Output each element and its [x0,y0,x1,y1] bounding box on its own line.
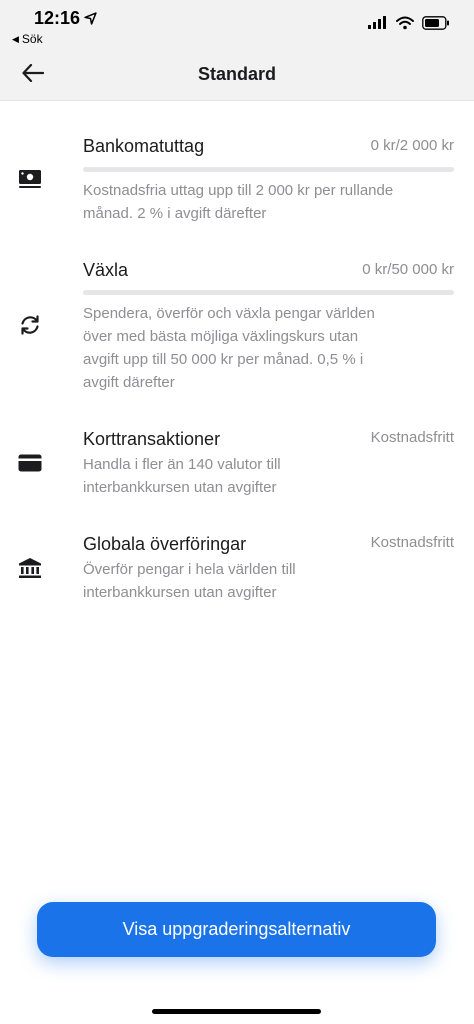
usage-progress-bar [83,290,454,295]
feature-limit: Kostnadsfritt [370,534,454,551]
bank-icon [17,555,43,581]
feature-description: Kostnadsfria uttag upp till 2 000 kr per… [83,182,394,222]
battery-icon [422,16,449,30]
location-arrow-icon [84,12,97,25]
feature-limit: Kostnadsfritt [370,429,454,446]
show-upgrade-options-button[interactable]: Visa uppgraderingsalternativ [37,902,436,957]
status-time: 12:16 [34,8,97,29]
feature-title: Korttransaktioner [83,429,221,449]
feature-title: Växla [83,260,129,280]
feature-limit: 0 kr/50 000 kr [362,261,454,278]
home-indicator[interactable] [152,1009,321,1014]
feature-description: Spendera, överför och växla pengar värld… [83,305,375,391]
card-icon [17,450,43,476]
exchange-icon [17,312,43,338]
usage-progress-bar [83,167,454,172]
banknote-icon [17,166,43,192]
feature-title: Bankomatuttag [83,136,205,156]
feature-description: Handla i fler än 140 valutor till interb… [83,456,281,496]
back-app-label: Sök [21,32,43,46]
feature-description: Överför pengar i hela världen till inter… [83,561,296,601]
back-to-app-link[interactable]: ◀ Sök [12,32,43,46]
status-time-text: 12:16 [34,8,81,28]
back-triangle-icon: ◀ [12,33,19,44]
wifi-icon [396,16,414,30]
status-icons [368,16,450,30]
cellular-signal-icon [368,16,386,29]
page-title: Standard [197,64,276,84]
top-bar: 12:16 ◀ Sök Standard [0,0,474,101]
feature-title: Globala överföringar [83,534,247,554]
feature-limit: 0 kr/2 000 kr [370,137,454,154]
